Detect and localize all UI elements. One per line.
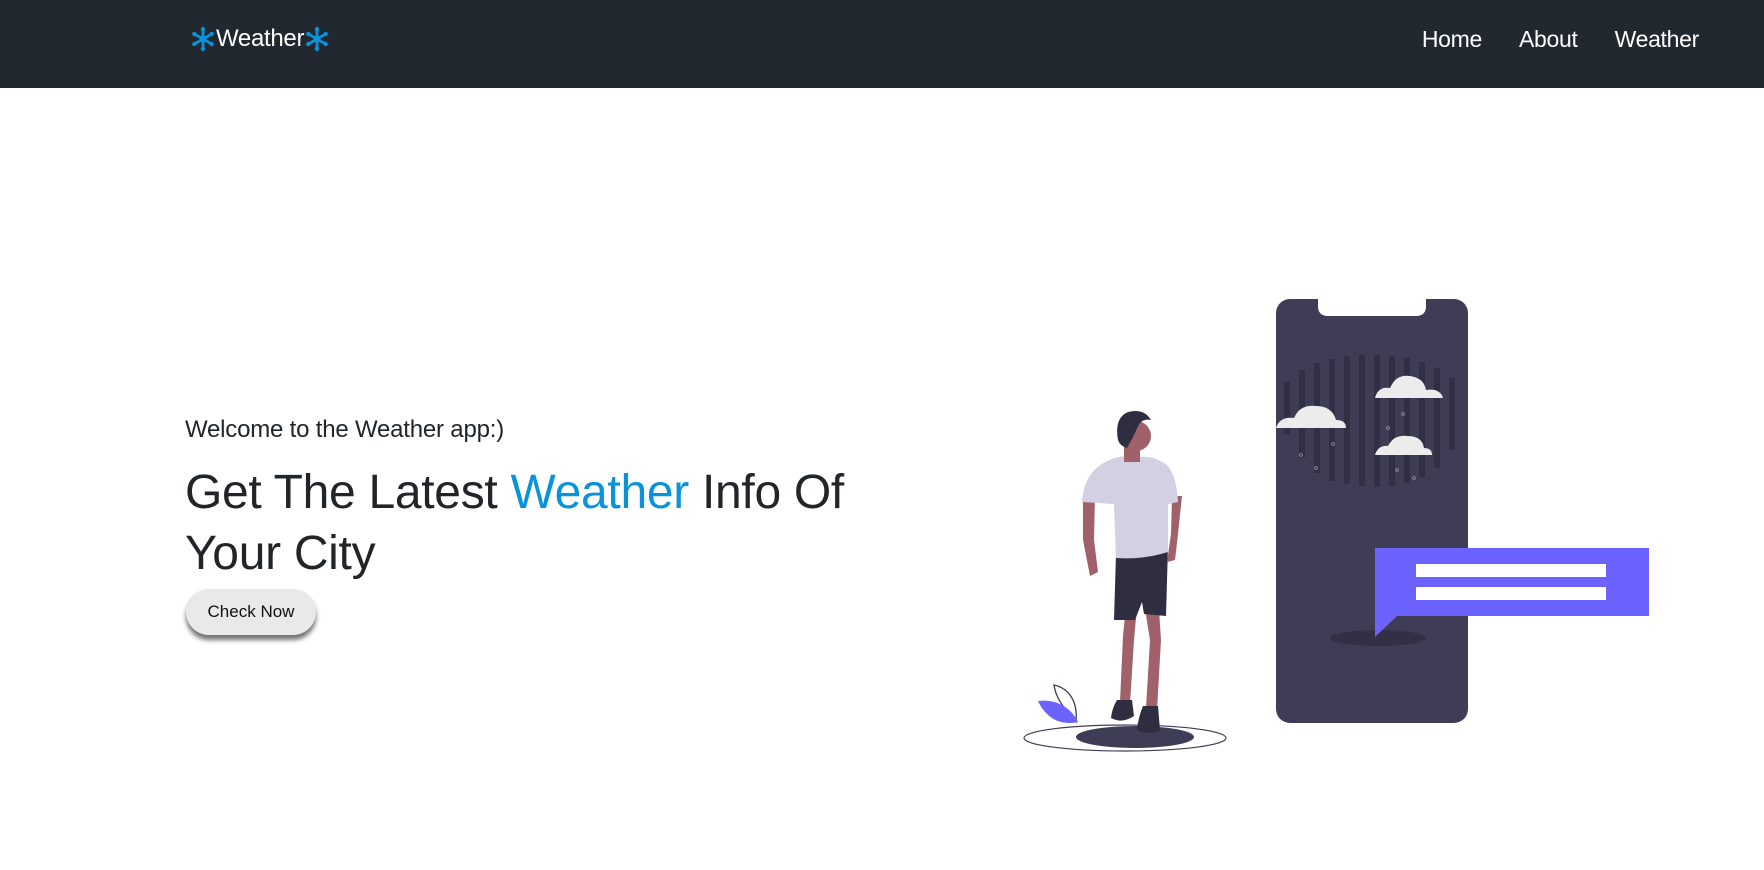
phone-body: [1276, 299, 1468, 723]
snowflake-icon: [192, 26, 214, 52]
brand-link[interactable]: Weather: [190, 24, 330, 54]
chat-line-1: [1416, 564, 1606, 577]
chat-line-2: [1416, 587, 1606, 600]
phone-notch: [1318, 299, 1426, 316]
man-figure: [1082, 411, 1182, 733]
headline-before: Get The Latest: [185, 466, 511, 519]
nav-link-about[interactable]: About: [1519, 26, 1578, 53]
brand-label: Weather: [216, 25, 305, 52]
man-with-phone-weather-illustration: [1023, 299, 1649, 752]
hero-headline: Get The Latest Weather Info Of Your City: [185, 462, 925, 584]
top-navbar: Weather Home About Weather: [0, 0, 1764, 88]
nav-link-weather[interactable]: Weather: [1615, 26, 1700, 53]
ground-shadow: [1076, 726, 1194, 748]
welcome-text: Welcome to the Weather app:): [185, 416, 505, 443]
nav-links: Home About Weather: [1422, 24, 1699, 54]
headline-accent: Weather: [510, 466, 689, 519]
snowflake-icon: [306, 26, 329, 52]
nav-link-home[interactable]: Home: [1422, 26, 1482, 53]
check-now-button[interactable]: Check Now: [186, 589, 316, 635]
